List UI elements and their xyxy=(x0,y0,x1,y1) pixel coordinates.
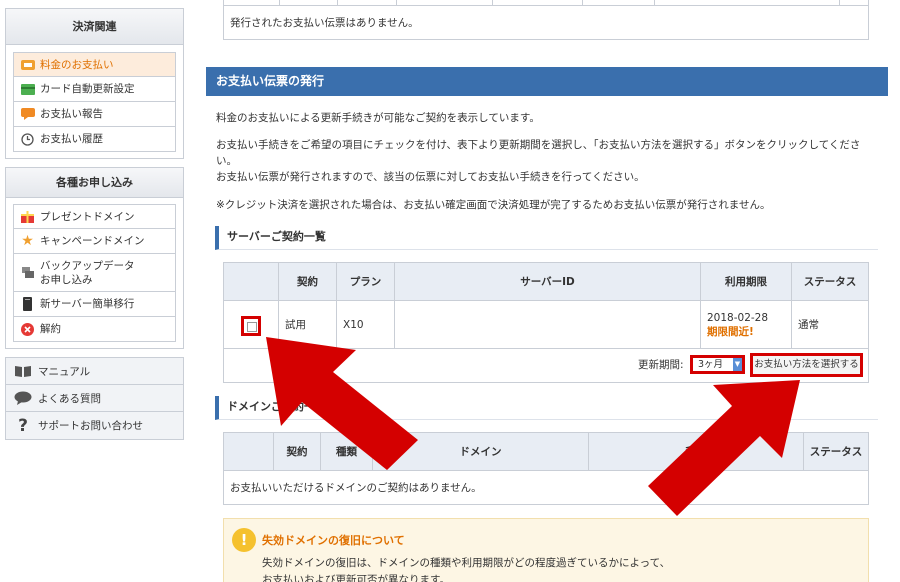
col-usage: 利用 xyxy=(588,432,804,471)
chat-icon xyxy=(14,391,32,405)
renewal-period-label: 更新期間: xyxy=(638,359,684,371)
sidebar-item-label: よくある質問 xyxy=(38,392,101,405)
sidebar-item-label-line2: お申し込み xyxy=(40,273,93,286)
sidebar-item-label: サポートお問い合わせ xyxy=(38,420,143,432)
issued-slips-table: 発行されたお支払い伝票はありません。 xyxy=(223,0,869,40)
domain-contracts-heading: ドメインご契約一覧 xyxy=(215,396,878,420)
instruction-text: お支払い手続きをご希望の項目にチェックを付け、表下より更新期間を選択し、「お支払… xyxy=(216,137,878,185)
credit-note: ※クレジット決済を選択された場合は、お支払い確定画面で決済処理が完了するためお支… xyxy=(216,199,771,211)
table-header-row: 契約 種類 ドメイン 利用 ステータス xyxy=(223,432,869,471)
server-contracts-heading: サーバーご契約一覧 xyxy=(215,226,878,250)
expiry-cell: 2018-02-28 期限間近! xyxy=(700,300,792,349)
instruction-line-3: お支払い伝票が発行されますので、該当の伝票に対してお支払い手続きを行ってください… xyxy=(216,171,645,183)
expiry-date: 2018-02-28 xyxy=(707,311,769,324)
select-payment-method-button[interactable]: お支払い方法を選択する xyxy=(750,353,863,377)
payments-menu-title: 決済関連 xyxy=(6,9,183,45)
section-title: お支払い伝票の発行 xyxy=(206,67,888,96)
clock-icon xyxy=(20,132,35,146)
applications-menu: 各種お申し込み プレゼントドメイン ★ キャンペーンドメイン バックアップデータ… xyxy=(5,167,184,349)
renewal-period-select[interactable]: 3ヶ月 ▼ xyxy=(690,355,745,374)
sidebar-item-backup[interactable]: バックアップデータ お申し込み xyxy=(13,254,176,292)
col-contract: 契約 xyxy=(278,262,337,301)
col-contract: 契約 xyxy=(273,432,321,471)
renewal-period-value: 3ヶ月 xyxy=(698,359,724,370)
applications-menu-title: 各種お申し込み xyxy=(6,168,183,198)
sidebar-item-campaign-domain[interactable]: ★ キャンペーンドメイン xyxy=(13,229,176,254)
sidebar-item-label: バックアップデータ xyxy=(40,259,135,272)
sidebar-item-payment-history[interactable]: お支払い履歴 xyxy=(13,127,176,152)
chevron-down-icon: ▼ xyxy=(733,358,742,371)
sidebar-item-label: お支払い報告 xyxy=(40,108,103,120)
col-plan: プラン xyxy=(336,262,395,301)
notice-title: 失効ドメインの復旧について xyxy=(262,534,405,547)
col-status: ステータス xyxy=(791,262,869,301)
expired-domain-notice: ! 失効ドメインの復旧について 失効ドメインの復旧は、ドメインの種類や利用期限が… xyxy=(223,518,869,582)
domain-contracts-table: 契約 種類 ドメイン 利用 ステータス お支払いいただけるドメインのご契約はあり… xyxy=(223,432,869,505)
intro-text: 料金のお支払いによる更新手続きが可能なご契約を表示しています。 xyxy=(216,112,540,124)
status-cell: 通常 xyxy=(791,300,869,349)
contract-cell: 試用 xyxy=(278,300,337,349)
sidebar-item-label: 解約 xyxy=(40,323,61,335)
sidebar: 決済関連 料金のお支払い カード自動更新設定 お支払い報告 お支払い履歴 各種お… xyxy=(5,0,184,440)
col-status: ステータス xyxy=(803,432,869,471)
sidebar-item-label: お支払い履歴 xyxy=(40,133,103,145)
sidebar-item-label: 料金のお支払い xyxy=(40,58,114,71)
sidebar-item-card-auto-renew[interactable]: カード自動更新設定 xyxy=(13,77,176,102)
no-domains-message: お支払いいただけるドメインのご契約はありません。 xyxy=(223,470,869,505)
backup-icon xyxy=(20,266,35,279)
sidebar-item-label: マニュアル xyxy=(38,365,91,378)
star-icon: ★ xyxy=(21,233,34,249)
sidebar-item-present-domain[interactable]: プレゼントドメイン xyxy=(13,204,176,229)
col-server-id: サーバーID xyxy=(394,262,701,301)
instruction-line-2: い。 xyxy=(216,155,237,167)
support-menu: マニュアル よくある質問 ? サポートお問い合わせ xyxy=(5,357,184,440)
sidebar-item-server-migration[interactable]: 新サーバー簡単移行 xyxy=(13,292,176,317)
plan-cell: X10 xyxy=(336,300,395,349)
col-domain: ドメイン xyxy=(372,432,589,471)
sidebar-item-manual[interactable]: マニュアル xyxy=(6,358,183,385)
warning-icon: ! xyxy=(232,528,256,552)
sidebar-item-support-contact[interactable]: ? サポートお問い合わせ xyxy=(6,412,183,439)
question-icon: ? xyxy=(18,415,28,436)
server-select-checkbox[interactable] xyxy=(241,316,261,336)
sidebar-item-payment[interactable]: 料金のお支払い xyxy=(13,52,176,77)
server-icon xyxy=(20,297,35,311)
credit-card-icon xyxy=(20,83,35,96)
server-id-cell xyxy=(394,300,701,349)
table-header-row: 契約 プラン サーバーID 利用期限 ステータス xyxy=(223,262,869,301)
instruction-line-1: お支払い手続きをご希望の項目にチェックを付け、表下より更新期間を選択し、「お支払… xyxy=(216,139,861,151)
book-icon xyxy=(14,365,32,377)
cancel-icon xyxy=(20,322,35,336)
col-expiry: 利用期限 xyxy=(700,262,792,301)
notice-line-1: 失効ドメインの復旧は、ドメインの種類や利用期限がどの程度過ぎているかによって、 xyxy=(262,557,671,569)
table-row: 試用 X10 2018-02-28 期限間近! 通常 xyxy=(223,300,869,349)
payments-menu: 決済関連 料金のお支払い カード自動更新設定 お支払い報告 お支払い履歴 xyxy=(5,8,184,159)
sidebar-item-label: キャンペーンドメイン xyxy=(40,235,145,247)
gift-icon xyxy=(20,210,35,223)
sidebar-item-payment-report[interactable]: お支払い報告 xyxy=(13,102,176,127)
sidebar-item-label: 新サーバー簡単移行 xyxy=(40,298,135,310)
notice-line-2: お支払いおよび更新可否が異なります。 xyxy=(262,574,450,582)
no-slips-message: 発行されたお支払い伝票はありません。 xyxy=(230,17,419,29)
coin-icon xyxy=(20,58,35,71)
sidebar-item-label: カード自動更新設定 xyxy=(40,83,135,95)
sidebar-item-cancel[interactable]: 解約 xyxy=(13,317,176,342)
sidebar-item-label: プレゼントドメイン xyxy=(40,210,135,223)
table-row: お支払いいただけるドメインのご契約はありません。 xyxy=(223,470,869,505)
speech-bubble-icon xyxy=(20,108,35,121)
col-type: 種類 xyxy=(320,432,373,471)
expiry-warning: 期限間近! xyxy=(707,325,754,338)
sidebar-item-faq[interactable]: よくある質問 xyxy=(6,385,183,412)
